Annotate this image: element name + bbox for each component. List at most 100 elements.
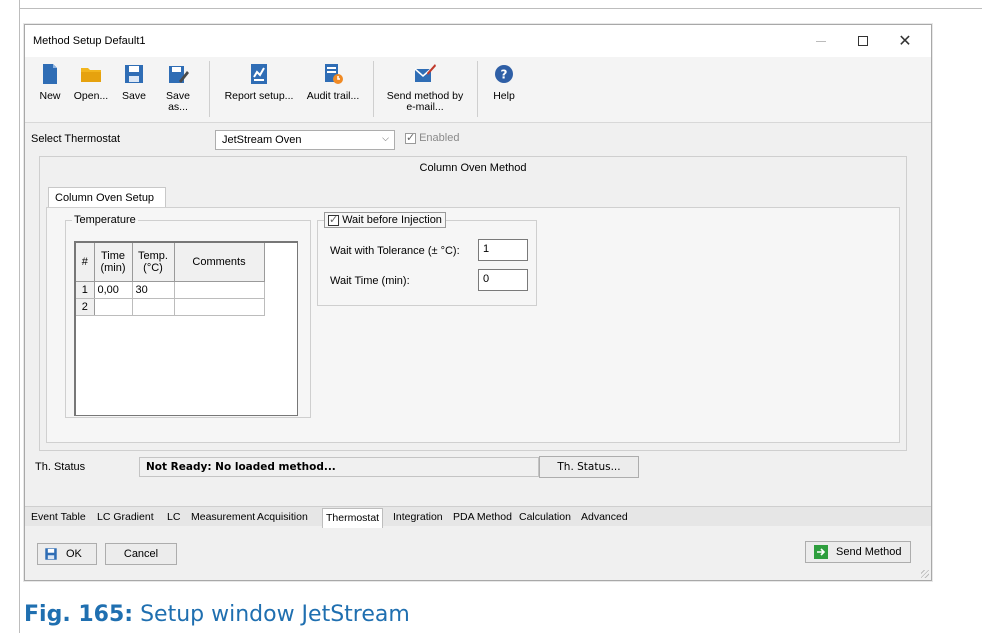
row-number: 1	[76, 281, 95, 299]
th-status-label: Th. Status	[35, 461, 86, 473]
table-row[interactable]: 1 0,00 30	[76, 281, 265, 299]
audit-trail-button[interactable]: Audit trail...	[303, 63, 363, 102]
send-arrow-icon	[814, 545, 828, 559]
save-label: Save	[122, 90, 146, 102]
maximize-icon	[858, 36, 868, 46]
new-button[interactable]: New	[33, 63, 67, 102]
minimize-button[interactable]	[803, 25, 839, 57]
report-setup-button[interactable]: Report setup...	[221, 63, 297, 102]
page-rule-left	[19, 0, 20, 633]
folder-icon	[80, 63, 102, 85]
col-header-comments: Comments	[174, 243, 265, 282]
wait-before-injection-checkbox[interactable]: Wait before Injection	[324, 212, 446, 228]
save-as-label: Save as...	[166, 90, 190, 113]
page-rule-top	[19, 8, 982, 9]
select-thermostat-label: Select Thermostat	[31, 133, 121, 145]
new-document-icon	[39, 63, 61, 85]
chevron-down-icon: ⌵	[382, 133, 389, 143]
ok-button[interactable]: OK	[37, 543, 97, 565]
enabled-check-icon	[405, 131, 416, 144]
enabled-label: Enabled	[419, 132, 460, 144]
cancel-button[interactable]: Cancel	[105, 543, 177, 565]
method-setup-window: Method Setup Default1 ✕ New Open... Save	[24, 24, 932, 581]
send-method-label: Send Method	[836, 546, 902, 558]
comments-cell[interactable]	[174, 298, 265, 316]
send-method-email-button[interactable]: Send method by e-mail...	[383, 63, 467, 113]
close-button[interactable]: ✕	[887, 25, 923, 57]
save-icon	[123, 63, 145, 85]
new-label: New	[39, 90, 61, 102]
comments-cell[interactable]	[174, 281, 265, 299]
col-header-temp: Temp. (°C)	[132, 243, 175, 282]
help-icon: ?	[493, 63, 515, 85]
open-label: Open...	[73, 90, 109, 102]
minimize-icon	[816, 40, 826, 42]
tab-column-oven-setup[interactable]: Column Oven Setup	[48, 187, 166, 208]
save-as-button[interactable]: Save as...	[155, 63, 201, 113]
help-button[interactable]: ? Help	[489, 63, 519, 102]
tab-integration[interactable]: Integration	[393, 511, 443, 523]
thermostat-selected-value: JetStream Oven	[222, 134, 302, 146]
enabled-checkbox: Enabled	[405, 131, 460, 144]
toolbar-separator	[477, 61, 478, 117]
wait-time-input[interactable]: 0	[478, 269, 528, 291]
maximize-button[interactable]	[845, 25, 881, 57]
tab-lc-gradient[interactable]: LC Gradient	[97, 511, 154, 523]
figure-number: Fig. 165:	[24, 602, 134, 627]
temp-header-text: Temp. (°C)	[138, 249, 168, 274]
temp-cell[interactable]: 30	[132, 281, 175, 299]
figure-caption: Fig. 165: Setup window JetStream	[24, 602, 410, 627]
time-cell[interactable]	[94, 298, 133, 316]
save-button[interactable]: Save	[117, 63, 151, 102]
wait-before-injection-label: Wait before Injection	[342, 214, 442, 226]
wait-tolerance-label: Wait with Tolerance (± °C):	[330, 245, 460, 257]
select-thermostat-row: Select Thermostat JetStream Oven ⌵ Enabl…	[25, 127, 931, 153]
send-method-button[interactable]: Send Method	[805, 541, 911, 563]
report-setup-label: Report setup...	[224, 90, 294, 102]
title-bar: Method Setup Default1 ✕	[25, 25, 931, 57]
window-title: Method Setup Default1	[33, 35, 146, 47]
audit-trail-icon	[322, 63, 344, 85]
temperature-caption: Temperature	[72, 214, 138, 226]
thermostat-dropdown[interactable]: JetStream Oven ⌵	[215, 130, 395, 150]
th-status-button[interactable]: Th. Status...	[539, 456, 639, 478]
open-button[interactable]: Open...	[71, 63, 111, 102]
tab-advanced[interactable]: Advanced	[581, 511, 628, 523]
resize-grip[interactable]	[921, 570, 929, 578]
figure-caption-text: Setup window JetStream	[140, 602, 410, 627]
wait-time-label: Wait Time (min):	[330, 275, 410, 287]
tab-calculation[interactable]: Calculation	[519, 511, 571, 523]
email-icon	[414, 63, 436, 85]
table-header-row: # Time (min) Temp. (°C) Comments	[76, 243, 265, 282]
report-setup-icon	[248, 63, 270, 85]
toolbar: New Open... Save Save as... Report setup…	[25, 57, 931, 123]
temperature-group: Temperature # Time (min) Temp. (°C) Comm…	[65, 214, 311, 418]
tab-event-table[interactable]: Event Table	[31, 511, 86, 523]
save-as-icon	[167, 63, 189, 85]
method-title: Column Oven Method	[419, 162, 527, 174]
tab-lc[interactable]: LC	[167, 511, 180, 523]
toolbar-separator	[209, 61, 210, 117]
audit-trail-label: Audit trail...	[306, 90, 360, 102]
ok-label: OK	[66, 548, 82, 560]
wait-tolerance-input[interactable]: 1	[478, 239, 528, 261]
method-tabs: Event Table LC Gradient LC Measurement A…	[25, 506, 931, 528]
svg-text:?: ?	[501, 68, 508, 82]
tab-measurement[interactable]: Measurement	[191, 511, 255, 523]
column-oven-setup-frame: Temperature # Time (min) Temp. (°C) Comm…	[46, 207, 900, 443]
col-header-number: #	[76, 243, 95, 282]
tab-thermostat[interactable]: Thermostat	[322, 508, 384, 528]
save-icon	[45, 548, 57, 560]
tab-pda-method[interactable]: PDA Method	[453, 511, 512, 523]
temperature-table[interactable]: # Time (min) Temp. (°C) Comments 1 0,00 …	[74, 241, 298, 416]
toolbar-separator	[373, 61, 374, 117]
time-cell[interactable]: 0,00	[94, 281, 133, 299]
send-method-email-label: Send method by e-mail...	[386, 90, 464, 113]
help-label: Help	[493, 90, 515, 102]
temp-cell[interactable]	[132, 298, 175, 316]
tab-acquisition[interactable]: Acquisition	[257, 511, 308, 523]
table-row[interactable]: 2	[76, 298, 265, 316]
close-icon: ✕	[898, 33, 912, 50]
th-status-text: Not Ready: No loaded method...	[139, 457, 539, 477]
column-oven-method-panel: Column Oven Method Column Oven Setup Tem…	[39, 156, 907, 451]
